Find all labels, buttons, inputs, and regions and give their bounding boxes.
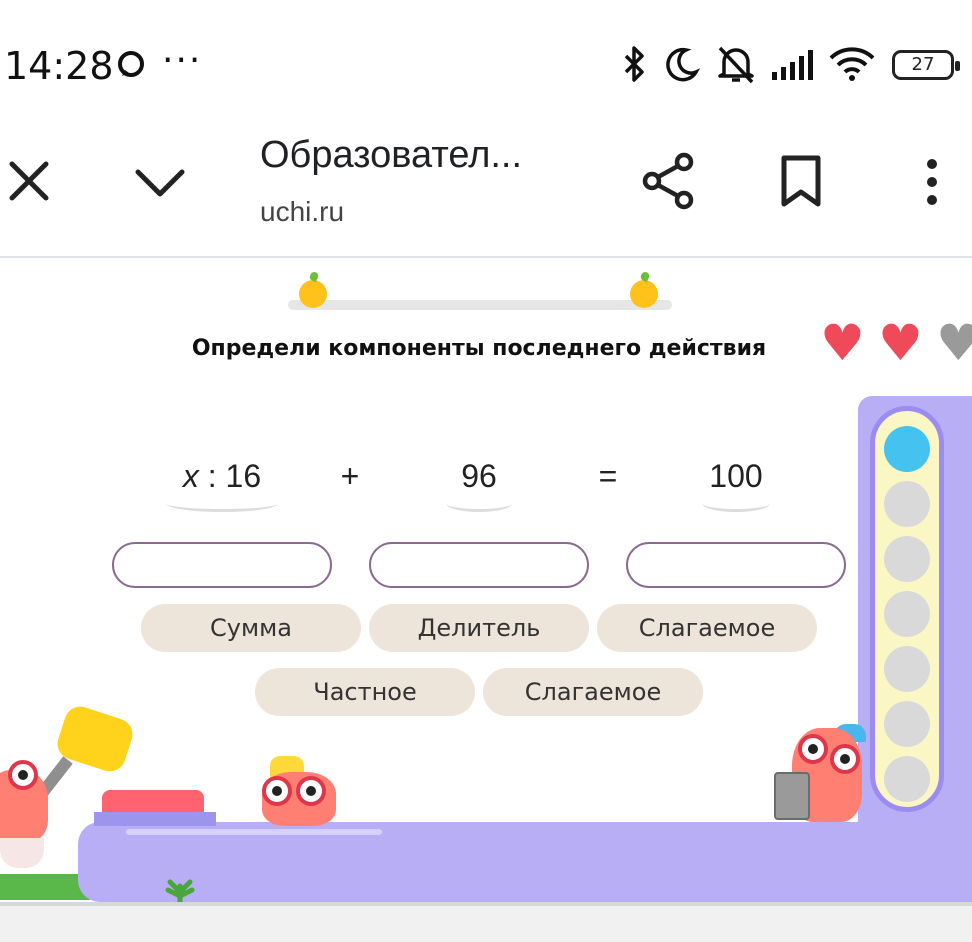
more-vert-icon[interactable] bbox=[920, 156, 944, 208]
eggshell bbox=[0, 838, 44, 868]
expression-variable: x bbox=[182, 458, 199, 494]
progress-ball-empty bbox=[884, 536, 930, 582]
term2-arc bbox=[446, 495, 512, 512]
expression-term1-rest: : 16 bbox=[198, 458, 262, 494]
red-button bbox=[102, 790, 204, 814]
page-url[interactable]: uchi.ru bbox=[260, 196, 344, 228]
heart-icon: ♥ bbox=[878, 314, 923, 372]
answer-slot-term1[interactable] bbox=[112, 542, 332, 588]
glasses-icon bbox=[798, 734, 828, 764]
eye-pupil bbox=[840, 754, 850, 764]
expression-result-value: 100 bbox=[709, 458, 763, 494]
moon-icon bbox=[666, 47, 700, 82]
bluetooth-icon bbox=[624, 46, 644, 82]
progress-ball-empty bbox=[884, 481, 930, 527]
heart-icon: ♥ bbox=[820, 314, 865, 372]
heart-lost-icon: ♥ bbox=[936, 314, 972, 372]
glasses-icon bbox=[296, 776, 326, 806]
orange-marker-icon bbox=[299, 280, 327, 308]
bookmark-icon[interactable] bbox=[780, 154, 822, 208]
task-instruction: Определи компоненты последнего действия bbox=[191, 336, 767, 361]
status-more: ··· bbox=[162, 40, 203, 81]
red-button-base bbox=[94, 812, 216, 826]
progress-ball-empty bbox=[884, 591, 930, 637]
share-icon[interactable] bbox=[642, 152, 696, 210]
glasses-icon bbox=[8, 760, 38, 790]
grass bbox=[0, 874, 90, 900]
choice-chastnoe[interactable]: Частное bbox=[255, 668, 475, 716]
status-time: 14:28 bbox=[4, 44, 114, 88]
answer-slot-result[interactable] bbox=[626, 542, 846, 588]
eye-pupil bbox=[306, 786, 316, 796]
term1-arc bbox=[166, 495, 278, 512]
choice-slagaemoe-1[interactable]: Слагаемое bbox=[597, 604, 817, 652]
level-progress-track bbox=[288, 300, 672, 310]
glasses-icon bbox=[262, 776, 292, 806]
eye-pupil bbox=[18, 770, 28, 780]
choice-summa[interactable]: Сумма bbox=[141, 604, 361, 652]
page-title[interactable]: Образовател... bbox=[260, 134, 522, 177]
battery-icon: 27 bbox=[892, 50, 960, 80]
expression-plus: + bbox=[340, 458, 360, 494]
close-icon[interactable] bbox=[8, 160, 50, 202]
expression-term2-value: 96 bbox=[461, 458, 497, 494]
choice-delitel[interactable]: Делитель bbox=[369, 604, 589, 652]
glasses-icon bbox=[830, 744, 860, 774]
eye-pupil bbox=[272, 786, 282, 796]
tablet-icon bbox=[774, 772, 810, 820]
expression-equals: = bbox=[598, 458, 618, 494]
chevron-down-icon[interactable] bbox=[134, 166, 186, 198]
progress-ball-empty bbox=[884, 756, 930, 802]
answer-slot-term2[interactable] bbox=[369, 542, 589, 588]
browser-bottom-area bbox=[0, 906, 972, 942]
result-arc bbox=[702, 495, 770, 512]
signal-icon bbox=[772, 50, 813, 80]
wifi-icon bbox=[829, 47, 875, 81]
progress-ball-empty bbox=[884, 646, 930, 692]
chat-bubble-icon bbox=[118, 51, 144, 77]
eye-pupil bbox=[808, 744, 818, 754]
expression-result: 100 bbox=[702, 458, 770, 512]
status-bar: 14:28 ··· 27 bbox=[0, 0, 972, 120]
progress-ball-filled bbox=[884, 426, 930, 472]
choice-slagaemoe-2[interactable]: Слагаемое bbox=[483, 668, 703, 716]
plant-icon bbox=[165, 879, 195, 902]
floor-highlight bbox=[126, 829, 382, 835]
orange-marker-icon bbox=[630, 280, 658, 308]
expression-term2: 96 bbox=[446, 458, 512, 512]
expression-term1: x : 16 bbox=[166, 458, 278, 512]
progress-ball-empty bbox=[884, 701, 930, 747]
bell-muted-icon bbox=[718, 46, 754, 84]
